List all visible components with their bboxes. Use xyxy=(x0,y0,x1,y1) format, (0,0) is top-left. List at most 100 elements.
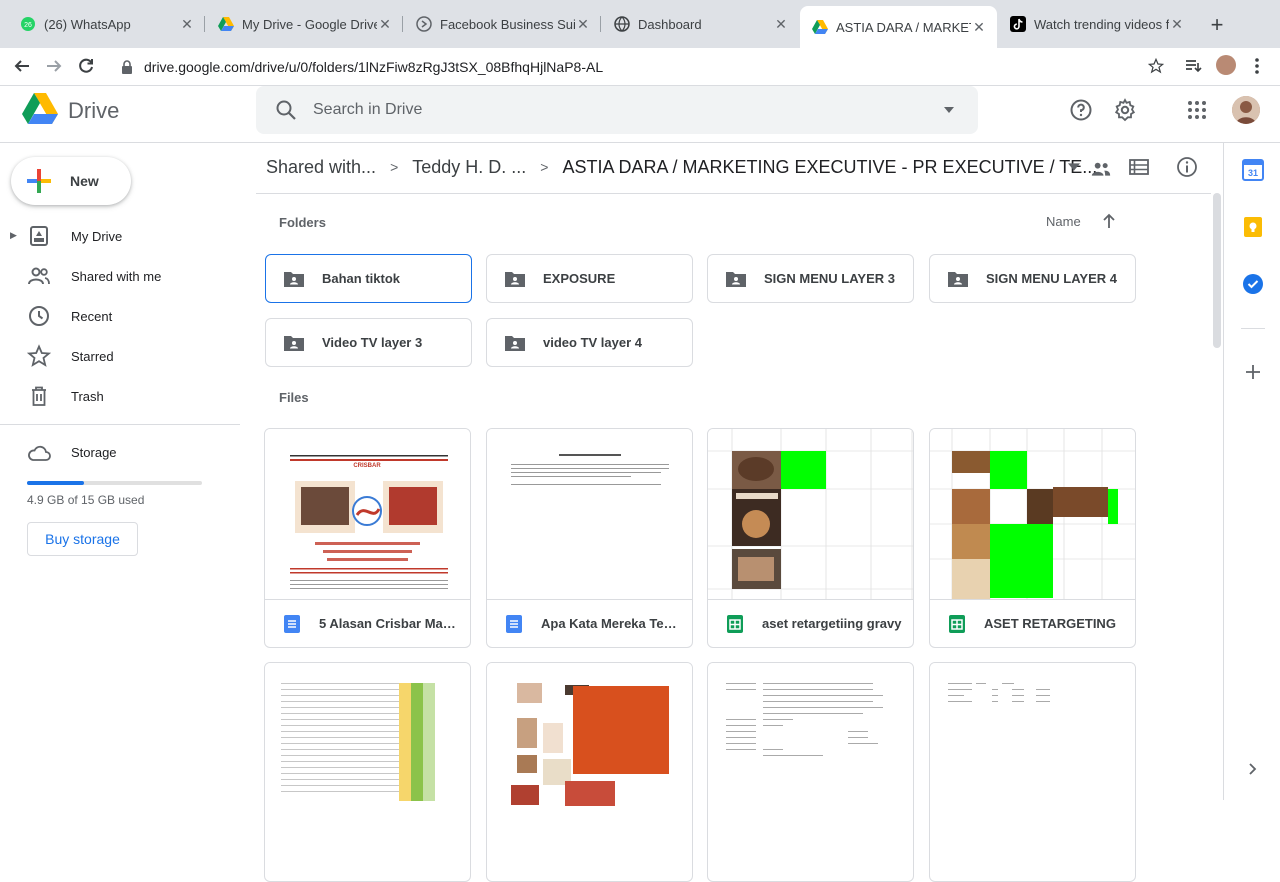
reading-list-icon[interactable] xyxy=(1184,57,1202,75)
shared-people-icon[interactable] xyxy=(1091,160,1111,178)
browser-tab-astia-dara[interactable]: ASTIA DARA / MARKETING ✕ xyxy=(800,6,997,48)
help-icon[interactable] xyxy=(1069,98,1093,122)
close-tab-icon[interactable]: ✕ xyxy=(971,19,987,36)
info-icon[interactable] xyxy=(1176,156,1198,178)
settings-gear-icon[interactable] xyxy=(1113,98,1137,122)
sidebar-item-label: Trash xyxy=(71,388,104,404)
business-suite-icon xyxy=(416,16,432,32)
search-options-icon[interactable] xyxy=(944,107,954,113)
file-card[interactable] xyxy=(486,662,693,882)
document-preview-image xyxy=(511,454,669,485)
chevron-right-icon: > xyxy=(540,159,549,175)
address-bar[interactable]: drive.google.com/drive/u/0/folders/1lNzF… xyxy=(108,52,1174,82)
svg-text:26: 26 xyxy=(24,22,32,29)
file-card[interactable]: ASET RETARGETING xyxy=(929,428,1136,648)
new-tab-button[interactable]: + xyxy=(1205,12,1229,38)
file-thumbnail xyxy=(487,429,692,599)
profile-avatar[interactable] xyxy=(1216,55,1236,75)
product-name[interactable]: Drive xyxy=(68,98,119,124)
folder-card[interactable]: SIGN MENU LAYER 3 xyxy=(707,254,914,303)
trash-icon xyxy=(32,386,46,406)
breadcrumb-item-teddy[interactable]: Teddy H. D. ... xyxy=(412,157,526,178)
search-bar[interactable]: Search in Drive xyxy=(256,86,978,134)
sidebar-item-recent[interactable]: Recent xyxy=(0,300,240,332)
side-panel: 31 xyxy=(1223,143,1280,800)
forward-button[interactable] xyxy=(44,57,64,77)
folder-card[interactable]: Video TV layer 3 xyxy=(265,318,472,367)
close-tab-icon[interactable]: ✕ xyxy=(377,16,393,33)
spreadsheet-preview-image xyxy=(708,429,913,599)
storage-label[interactable]: Storage xyxy=(71,445,117,460)
breadcrumb-item-shared[interactable]: Shared with... xyxy=(266,157,376,178)
bookmark-star-icon[interactable] xyxy=(1148,58,1164,74)
scrollbar-thumb[interactable] xyxy=(1213,193,1221,348)
file-name: Apa Kata Mereka Tenta... xyxy=(541,616,681,631)
file-card[interactable] xyxy=(264,662,471,882)
file-card[interactable]: CRISBAR 5 Alasan Crisbar Masih... xyxy=(264,428,471,648)
back-button[interactable] xyxy=(12,57,32,77)
folder-name: Bahan tiktok xyxy=(322,271,401,286)
svg-text:31: 31 xyxy=(1248,168,1258,178)
folders-section-title: Folders xyxy=(279,215,326,230)
user-photo-icon xyxy=(1232,96,1260,124)
breadcrumb-item-current[interactable]: ASTIA DARA / MARKETING EXECUTIVE - PR EX… xyxy=(562,157,1097,178)
sort-by-name-button[interactable]: Name xyxy=(1046,214,1081,229)
browser-tab-whatsapp[interactable]: 26 (26) WhatsApp ✕ xyxy=(8,8,205,40)
sidebar-item-starred[interactable]: Starred xyxy=(0,340,240,372)
tab-title: (26) WhatsApp xyxy=(44,16,131,32)
close-tab-icon[interactable]: ✕ xyxy=(773,16,789,33)
folder-card[interactable]: Bahan tiktok xyxy=(265,254,472,303)
apps-grid-icon[interactable] xyxy=(1185,98,1209,122)
close-tab-icon[interactable]: ✕ xyxy=(1169,16,1185,33)
browser-tab-my-drive[interactable]: My Drive - Google Drive ✕ xyxy=(206,8,403,40)
drive-logo-icon[interactable] xyxy=(22,93,58,125)
file-card[interactable] xyxy=(707,662,914,882)
file-card[interactable]: Apa Kata Mereka Tenta... xyxy=(486,428,693,648)
tab-title: Facebook Business Suite xyxy=(440,16,575,32)
sidebar-item-my-drive[interactable]: ▶ My Drive xyxy=(0,220,240,252)
folder-card[interactable]: SIGN MENU LAYER 4 xyxy=(929,254,1136,303)
sidebar-item-label: My Drive xyxy=(71,228,123,244)
close-tab-icon[interactable]: ✕ xyxy=(179,16,195,33)
storage-used-text: 4.9 GB of 15 GB used xyxy=(27,493,145,507)
shared-folder-icon xyxy=(284,271,304,287)
new-button[interactable]: New xyxy=(11,157,131,205)
file-thumbnail: CRISBAR xyxy=(265,429,470,599)
file-card[interactable] xyxy=(929,662,1136,882)
reload-button[interactable] xyxy=(76,57,96,77)
document-preview-image xyxy=(726,683,883,756)
browser-tab-tiktok[interactable]: Watch trending videos f ✕ xyxy=(998,8,1195,40)
document-preview-image: CRISBAR xyxy=(290,455,448,589)
tasks-icon[interactable] xyxy=(1242,273,1264,295)
search-input[interactable]: Search in Drive xyxy=(313,101,944,119)
expand-arrow-icon[interactable]: ▶ xyxy=(10,230,17,241)
folder-card[interactable]: video TV layer 4 xyxy=(486,318,693,367)
google-docs-icon xyxy=(506,614,522,633)
file-thumbnail xyxy=(930,429,1135,599)
buy-storage-button[interactable]: Buy storage xyxy=(27,522,138,556)
folder-card[interactable]: EXPOSURE xyxy=(486,254,693,303)
calendar-icon[interactable]: 31 xyxy=(1242,159,1264,181)
browser-toolbar: drive.google.com/drive/u/0/folders/1lNzF… xyxy=(0,48,1280,86)
search-icon[interactable] xyxy=(274,98,298,122)
browser-tab-business-suite[interactable]: Facebook Business Suite ✕ xyxy=(404,8,601,40)
add-addon-icon[interactable] xyxy=(1242,361,1264,383)
browser-tab-dashboard[interactable]: Dashboard ✕ xyxy=(602,8,799,40)
file-card[interactable]: aset retargetiing gravy xyxy=(707,428,914,648)
keep-icon[interactable] xyxy=(1242,216,1264,238)
account-avatar[interactable] xyxy=(1232,96,1260,124)
sidebar-item-label: Recent xyxy=(71,308,113,324)
file-thumbnail xyxy=(708,429,913,599)
sidebar-item-label: Starred xyxy=(71,348,114,364)
chevron-right-icon[interactable] xyxy=(1244,761,1260,777)
sidebar-item-shared-with-me[interactable]: Shared with me xyxy=(0,260,240,292)
spreadsheet-preview-image xyxy=(281,683,435,801)
folder-name: video TV layer 4 xyxy=(543,335,642,350)
sort-ascending-arrow-icon[interactable] xyxy=(1101,212,1117,230)
list-view-icon[interactable] xyxy=(1128,156,1150,178)
more-vert-icon[interactable] xyxy=(1254,57,1260,75)
close-tab-icon[interactable]: ✕ xyxy=(575,16,591,33)
file-thumbnail xyxy=(265,663,470,833)
folder-menu-caret-icon[interactable] xyxy=(1068,161,1080,173)
sidebar-item-trash[interactable]: Trash xyxy=(0,380,240,412)
